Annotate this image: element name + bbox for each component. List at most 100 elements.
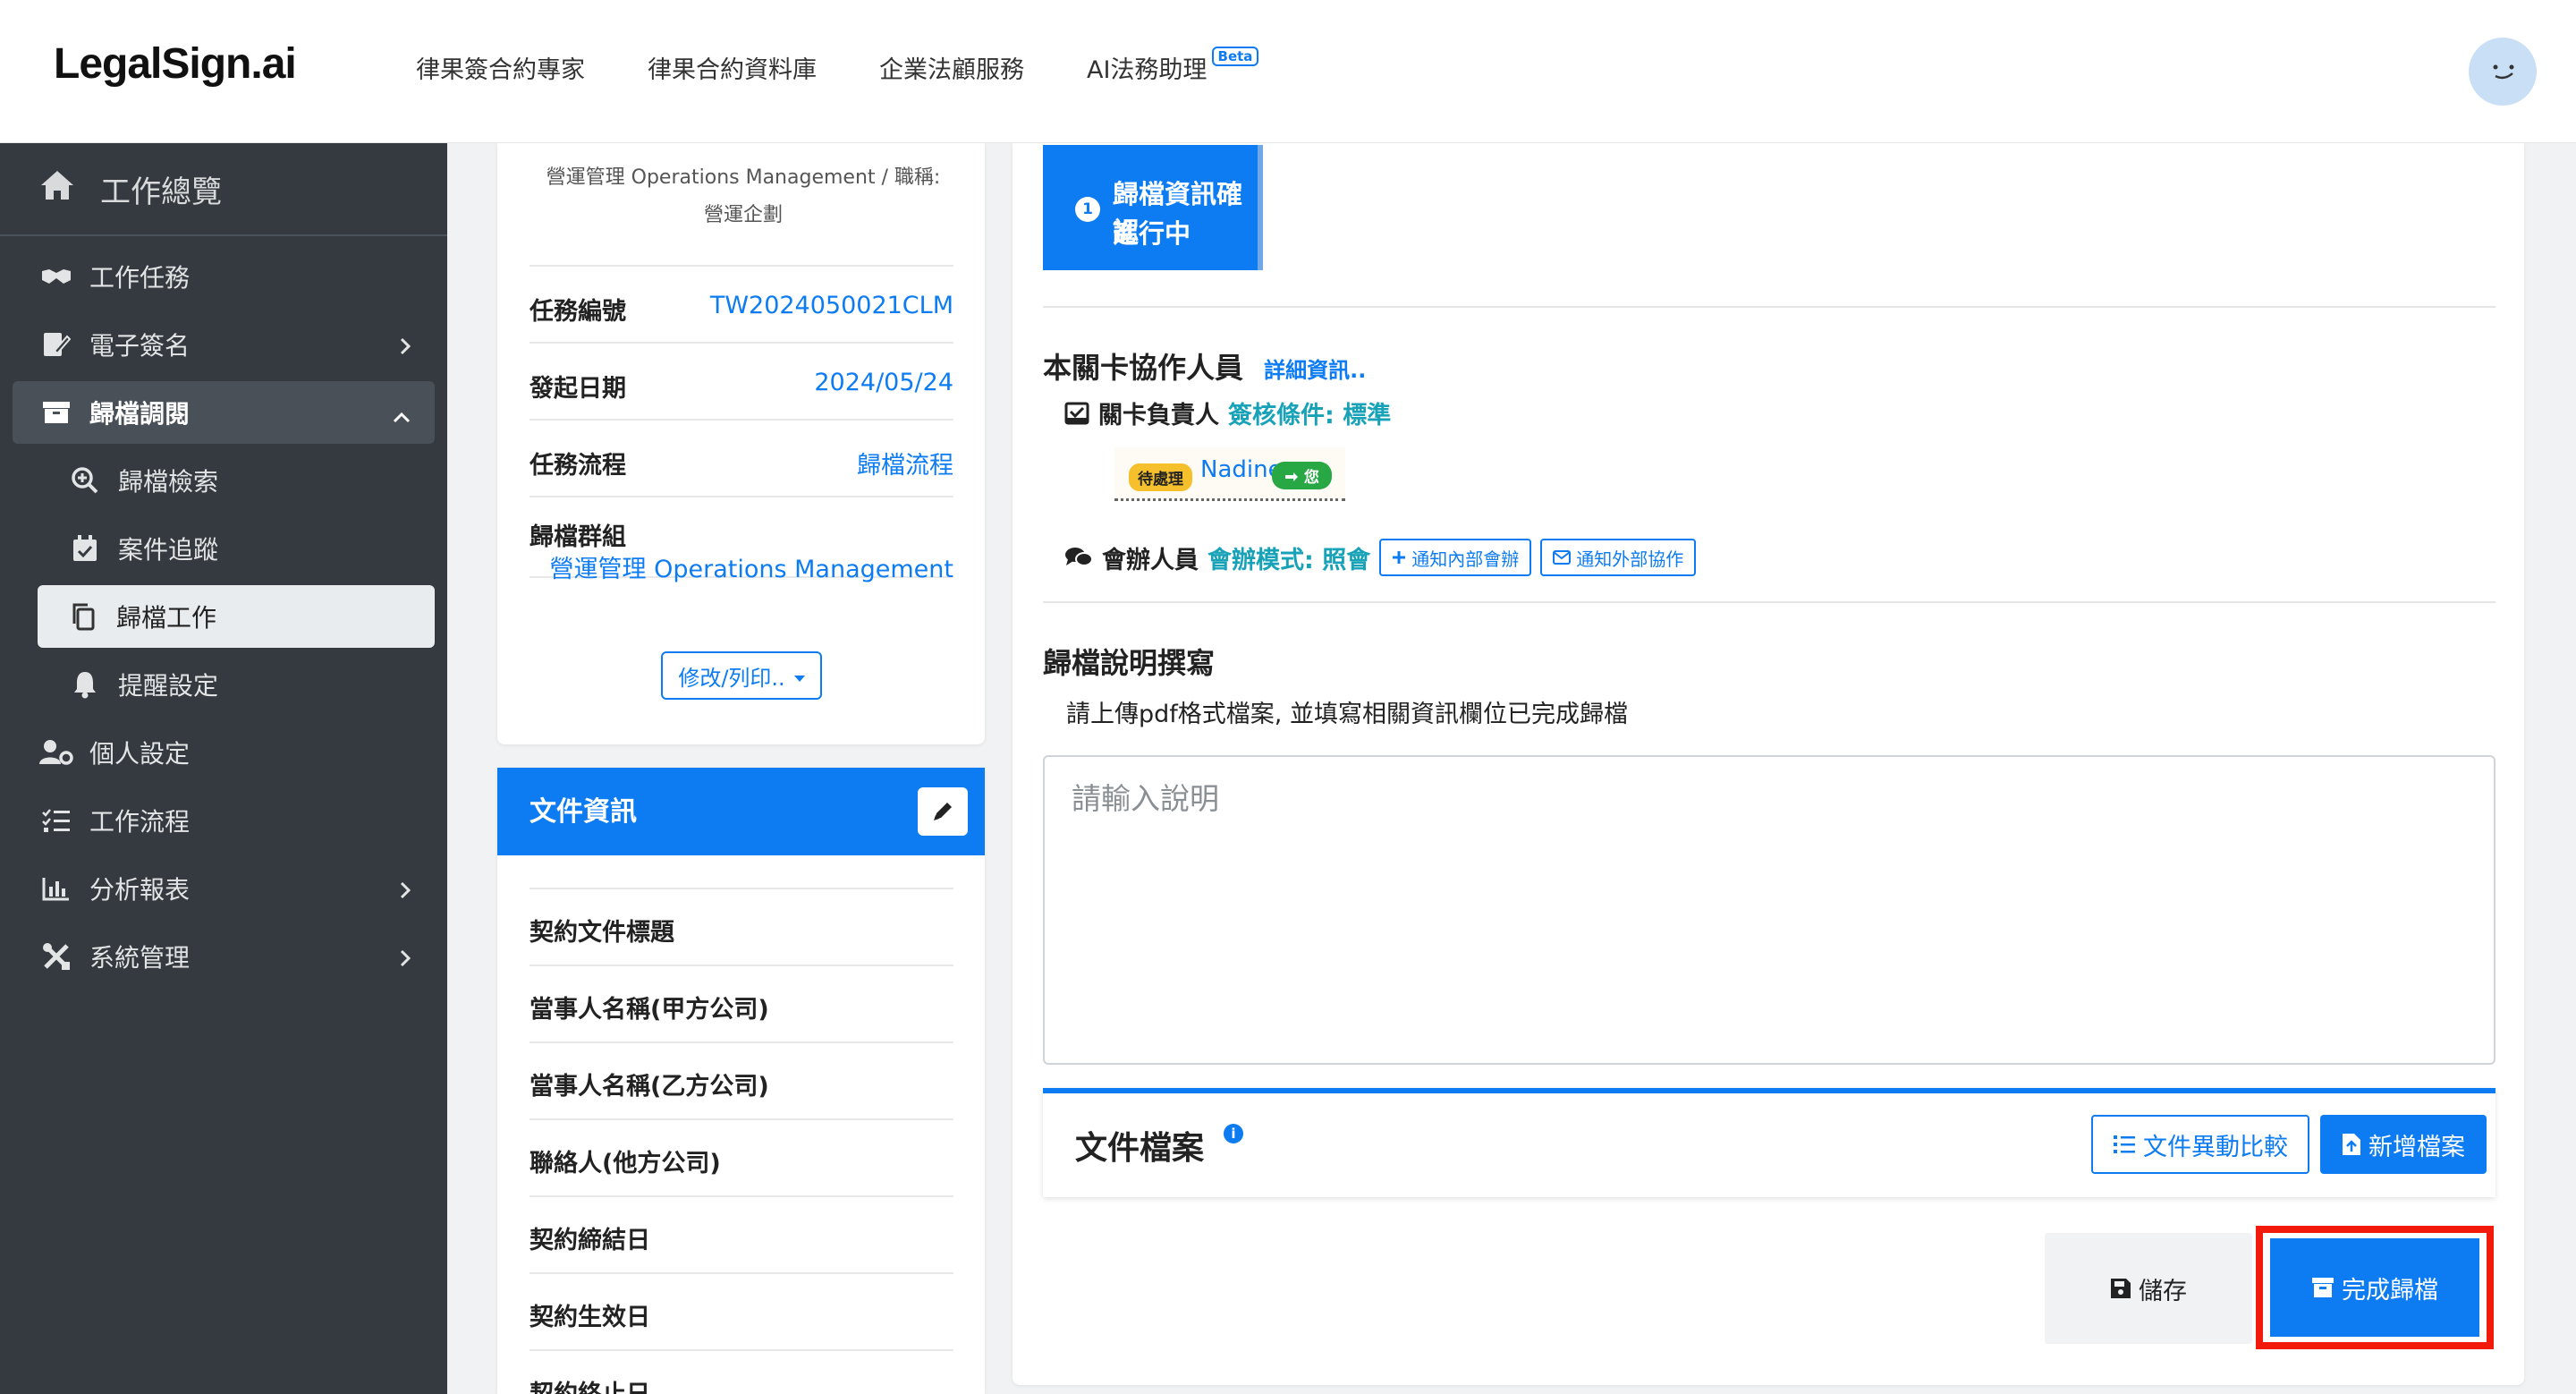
archive-icon bbox=[39, 400, 73, 425]
edit-print-label: 修改/列印.. bbox=[678, 665, 785, 691]
divider bbox=[1043, 601, 2496, 603]
compare-changes-label: 文件異動比較 bbox=[2143, 1133, 2288, 1161]
topnav-ai-assistant[interactable]: AI法務助理 Beta bbox=[1087, 47, 1259, 85]
archive-group-value[interactable]: 營運管理 Operations Management bbox=[550, 549, 953, 584]
assignee-chip[interactable]: 待處理 Nadine 您 bbox=[1114, 447, 1345, 501]
archive-icon bbox=[2312, 1278, 2334, 1297]
co-handler-line: 會辦人員 會辦模式: 照會 通知內部會辦 通知外部協作 bbox=[1064, 539, 1697, 576]
complete-archive-highlight: 完成歸檔 bbox=[2256, 1226, 2494, 1349]
sidebar-item-label: 提醒設定 bbox=[118, 671, 219, 701]
sidebar-item-label: 系統管理 bbox=[89, 943, 191, 973]
doc-field-contact: 聯絡人(他方公司) bbox=[530, 1118, 953, 1195]
sidebar-item-archive[interactable]: 歸檔調閱 bbox=[13, 381, 435, 444]
archive-main-panel: 1 歸檔資訊確認 進行中 本關卡協作人員 詳細資訊.. 關卡負責人 簽核條件: … bbox=[1013, 143, 2524, 1385]
edit-document-button[interactable] bbox=[918, 787, 968, 836]
hand-point-icon bbox=[1285, 472, 1298, 481]
sidebar-item-reminder[interactable]: 提醒設定 bbox=[13, 653, 435, 716]
notify-external-button[interactable]: 通知外部協作 bbox=[1540, 539, 1697, 576]
task-flow-row: 任務流程 歸檔流程 bbox=[530, 419, 953, 496]
signature-icon bbox=[39, 331, 73, 358]
info-icon[interactable]: i bbox=[1224, 1124, 1243, 1143]
archive-description-title: 歸檔說明撰寫 bbox=[1043, 646, 1216, 680]
sidebar-item-label: 歸檔調閱 bbox=[89, 399, 191, 429]
topnav-contract-expert[interactable]: 律果簽合約專家 bbox=[416, 50, 585, 85]
collaborators-section-title: 本關卡協作人員 詳細資訊.. bbox=[1043, 345, 1366, 387]
complete-archive-label: 完成歸檔 bbox=[2342, 1276, 2438, 1305]
app-logo[interactable]: LegalSign.ai bbox=[54, 39, 297, 89]
comments-icon bbox=[1064, 546, 1093, 569]
document-files-title: 文件檔案 bbox=[1075, 1130, 1205, 1167]
doc-field-title: 契約文件標題 bbox=[530, 888, 953, 965]
user-avatar[interactable] bbox=[2469, 38, 2537, 106]
list-ol-icon bbox=[2114, 1135, 2135, 1153]
document-info-panel: 文件資訊 契約文件標題 當事人名稱(甲方公司) 當事人名稱(乙方公司) 聯絡人(… bbox=[497, 768, 985, 1394]
document-info-header: 文件資訊 bbox=[497, 768, 985, 855]
department-text: 營運管理 Operations Management / 職稱: 營運企劃 bbox=[533, 159, 953, 234]
envelope-icon bbox=[1553, 550, 1572, 565]
topnav-contract-database[interactable]: 律果合約資料庫 bbox=[648, 50, 817, 85]
caret-down-icon bbox=[793, 663, 805, 688]
you-badge: 您 bbox=[1272, 462, 1332, 489]
approval-condition[interactable]: 簽核條件: 標準 bbox=[1228, 395, 1391, 430]
tools-icon bbox=[39, 942, 73, 971]
user-cog-icon bbox=[39, 739, 73, 766]
sidebar-item-archive-search[interactable]: 歸檔檢索 bbox=[13, 449, 435, 512]
notify-internal-button[interactable]: 通知內部會辦 bbox=[1379, 539, 1532, 576]
sidebar-item-label: 歸檔工作 bbox=[116, 603, 217, 633]
home-icon bbox=[39, 169, 75, 209]
chevron-right-icon bbox=[399, 945, 411, 974]
sidebar-header[interactable]: 工作總覽 bbox=[0, 143, 447, 236]
add-file-label: 新增檔案 bbox=[2368, 1133, 2465, 1161]
start-date-row: 發起日期 2024/05/24 bbox=[530, 342, 953, 419]
sidebar-item-esign[interactable]: 電子簽名 bbox=[13, 313, 435, 376]
you-label: 您 bbox=[1303, 469, 1319, 487]
pencil-icon bbox=[934, 803, 952, 820]
collaborators-title: 本關卡協作人員 bbox=[1043, 351, 1244, 385]
archive-description-placeholder: 請輸入說明 bbox=[1072, 781, 1219, 816]
add-file-button[interactable]: 新增檔案 bbox=[2320, 1115, 2487, 1174]
archive-description-input[interactable]: 請輸入說明 bbox=[1043, 755, 2496, 1065]
co-handler-label: 會辦人員 bbox=[1102, 546, 1199, 574]
notify-external-label: 通知外部協作 bbox=[1576, 548, 1684, 570]
task-info-panel: 營運管理 Operations Management / 職稱: 營運企劃 任務… bbox=[497, 143, 985, 744]
save-icon bbox=[2111, 1279, 2131, 1298]
task-number-value[interactable]: TW2024050021CLM bbox=[710, 292, 953, 319]
sidebar: 工作總覽 工作任務 電子簽名 歸檔調閱 歸檔檢索 案件追蹤 歸檔工作 提醒設定 … bbox=[0, 143, 447, 1394]
step-number: 1 bbox=[1075, 197, 1100, 222]
sidebar-item-tasks[interactable]: 工作任務 bbox=[13, 245, 435, 308]
assignee-name: Nadine bbox=[1200, 456, 1283, 483]
compare-changes-button[interactable]: 文件異動比較 bbox=[2091, 1115, 2309, 1174]
file-upload-icon bbox=[2343, 1134, 2360, 1155]
sidebar-item-personal[interactable]: 個人設定 bbox=[13, 721, 435, 784]
sidebar-item-case-tracking[interactable]: 案件追蹤 bbox=[13, 517, 435, 580]
task-flow-value[interactable]: 歸檔流程 bbox=[857, 446, 953, 480]
start-date-value: 2024/05/24 bbox=[814, 369, 953, 396]
detail-info-link[interactable]: 詳細資訊.. bbox=[1264, 358, 1366, 383]
chevron-right-icon bbox=[399, 877, 411, 906]
stage-owner-label: 關卡負責人 bbox=[1098, 402, 1219, 429]
calendar-check-icon bbox=[68, 534, 102, 563]
save-button[interactable]: 儲存 bbox=[2045, 1233, 2252, 1344]
divider bbox=[1043, 306, 2496, 308]
edit-print-dropdown[interactable]: 修改/列印.. bbox=[661, 651, 822, 700]
topnav-legal-service[interactable]: 企業法顧服務 bbox=[879, 50, 1024, 85]
beta-badge: Beta bbox=[1211, 47, 1259, 66]
plus-icon bbox=[1393, 551, 1406, 564]
job-title-line: 營運企劃 bbox=[703, 204, 783, 226]
top-navbar: LegalSign.ai 律果簽合約專家 律果合約資料庫 企業法顧服務 AI法務… bbox=[0, 0, 2576, 143]
sidebar-item-system[interactable]: 系統管理 bbox=[13, 925, 435, 988]
sidebar-item-archive-work[interactable]: 歸檔工作 bbox=[38, 585, 435, 648]
doc-field-party-a: 當事人名稱(甲方公司) bbox=[530, 965, 953, 1041]
sidebar-item-label: 案件追蹤 bbox=[118, 535, 219, 565]
sidebar-item-label: 分析報表 bbox=[89, 875, 191, 905]
task-flow-label: 任務流程 bbox=[530, 452, 626, 480]
step-indicator[interactable]: 1 歸檔資訊確認 進行中 bbox=[1043, 145, 1263, 270]
sidebar-item-reports[interactable]: 分析報表 bbox=[13, 857, 435, 920]
sidebar-item-workflow[interactable]: 工作流程 bbox=[13, 789, 435, 852]
search-plus-icon bbox=[68, 466, 102, 495]
co-handle-mode[interactable]: 會辦模式: 照會 bbox=[1208, 540, 1370, 575]
complete-archive-button[interactable]: 完成歸檔 bbox=[2270, 1238, 2479, 1337]
sidebar-item-label: 電子簽名 bbox=[89, 331, 191, 361]
sidebar-item-label: 歸檔檢索 bbox=[118, 467, 219, 497]
chart-bar-icon bbox=[39, 876, 73, 901]
